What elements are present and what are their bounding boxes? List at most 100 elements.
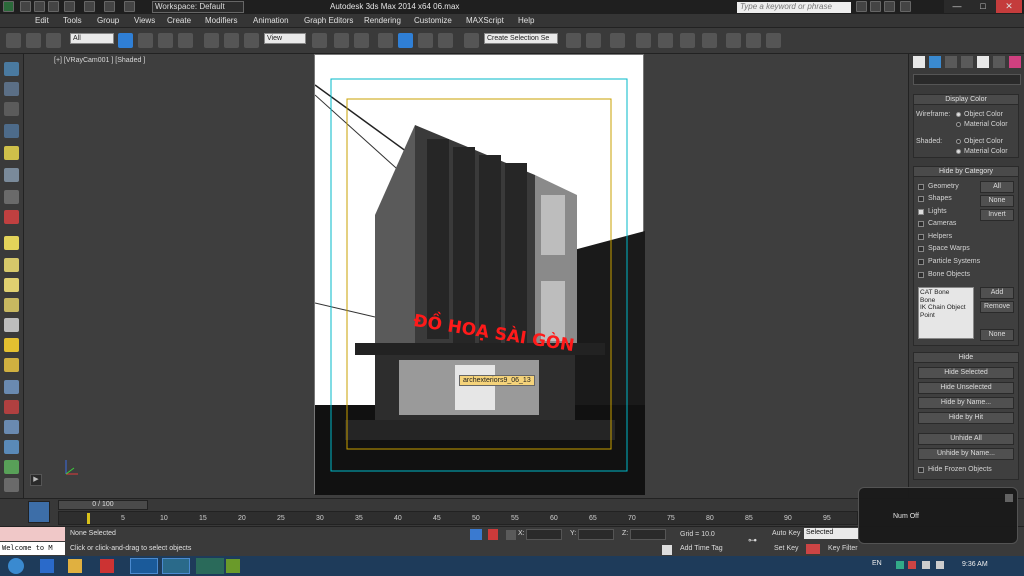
mirror-icon[interactable] [566, 33, 581, 48]
key-icon[interactable] [870, 1, 881, 12]
rollout-title[interactable]: Display Color [914, 95, 1018, 105]
key-mode-icon[interactable]: ⊶ [748, 535, 766, 547]
window-crossing-icon[interactable] [178, 33, 193, 48]
list-item[interactable]: IK Chain Object [920, 304, 972, 312]
save-file-icon[interactable] [48, 1, 59, 12]
rotate-icon[interactable] [224, 33, 239, 48]
key-filters-button[interactable]: Key Filter [828, 545, 858, 552]
clock[interactable]: 9:36 AM [962, 561, 988, 568]
ie-icon[interactable] [40, 559, 54, 573]
mini-listener-icon[interactable] [28, 501, 50, 523]
biped-icon[interactable] [4, 478, 19, 492]
radio-object-color[interactable] [956, 112, 961, 117]
box-icon[interactable] [4, 236, 19, 250]
script-listener-top[interactable] [0, 527, 65, 541]
keyboard-shortcut-icon[interactable] [354, 33, 369, 48]
open-file-icon[interactable] [34, 1, 45, 12]
y-coordinate-field[interactable] [578, 529, 614, 540]
layer-manager-icon[interactable] [636, 33, 651, 48]
language-indicator[interactable]: EN [872, 560, 882, 567]
unlink-icon[interactable] [26, 33, 41, 48]
media-player-icon[interactable] [100, 559, 114, 573]
lock-selection-icon[interactable] [470, 529, 482, 540]
tray-icon[interactable] [896, 561, 904, 569]
rendered-frame-icon[interactable] [746, 33, 761, 48]
project-folder-icon[interactable] [124, 1, 135, 12]
volume-icon[interactable] [936, 561, 944, 569]
category-list[interactable]: CAT Bone Bone IK Chain Object Point [918, 287, 974, 339]
scale-icon[interactable] [244, 33, 259, 48]
maximize-button[interactable]: □ [970, 0, 996, 13]
reference-coordinate-dropdown[interactable]: View [264, 33, 306, 44]
bind-space-warp-icon[interactable] [46, 33, 61, 48]
snaps-toggle-icon[interactable] [378, 33, 393, 48]
play-icon[interactable]: ▶ [30, 474, 42, 486]
align-icon[interactable] [586, 33, 601, 48]
graph-icon[interactable] [4, 124, 19, 138]
set-key-button[interactable]: Set Key [774, 545, 799, 552]
material-icon[interactable] [4, 82, 19, 96]
hide-selected-button[interactable]: Hide Selected [918, 367, 1014, 379]
menu-modifiers[interactable]: Modifiers [205, 16, 237, 25]
checkbox-lights[interactable] [918, 209, 924, 215]
menu-help[interactable]: Help [518, 16, 534, 25]
search-icon[interactable] [856, 1, 867, 12]
star-icon[interactable] [884, 1, 895, 12]
angle-snap-icon[interactable] [398, 33, 413, 48]
radio-shaded-material-color[interactable] [956, 149, 961, 154]
system-icon[interactable] [4, 440, 19, 454]
camera-viewport[interactable]: [+] [VRayCam001 ] [Shaded ] ▶ ĐỒ HOẠ SÀI… [24, 54, 908, 498]
select-object-icon[interactable] [118, 33, 133, 48]
menu-rendering[interactable]: Rendering [364, 16, 401, 25]
menu-create[interactable]: Create [167, 16, 191, 25]
menu-tools[interactable]: Tools [63, 16, 82, 25]
menu-customize[interactable]: Customize [414, 16, 452, 25]
create-tab-icon[interactable] [913, 56, 925, 68]
time-marker[interactable] [87, 513, 90, 524]
named-selection-set-dropdown[interactable]: Create Selection Se [484, 33, 558, 44]
hierarchy-tab-icon[interactable] [945, 56, 957, 68]
display-tab-icon[interactable] [977, 56, 989, 68]
close-button[interactable]: ✕ [996, 0, 1022, 13]
container-icon[interactable] [4, 168, 19, 182]
menu-maxscript[interactable]: MAXScript [466, 16, 504, 25]
light-icon[interactable] [4, 146, 19, 160]
workspace-dropdown[interactable]: Workspace: Default [152, 1, 244, 13]
welcome-field[interactable]: Welcome to M [0, 542, 65, 555]
3dsmax-icon[interactable] [162, 558, 190, 574]
new-file-icon[interactable] [20, 1, 31, 12]
foliage-icon[interactable] [4, 460, 19, 474]
menu-graph-editors[interactable]: Graph Editors [304, 16, 353, 25]
unhide-all-button[interactable]: Unhide All [918, 433, 1014, 445]
sun-icon[interactable] [4, 338, 19, 352]
remove-button[interactable]: Remove [980, 301, 1014, 313]
pivot-center-icon[interactable] [312, 33, 327, 48]
track-bar[interactable] [58, 511, 858, 525]
viewport-label[interactable]: [+] [VRayCam001 ] [Shaded ] [54, 57, 145, 64]
helpers-icon[interactable] [4, 190, 19, 204]
particles-icon[interactable] [4, 380, 19, 394]
checkbox-geometry[interactable] [918, 184, 924, 190]
start-button-icon[interactable] [8, 558, 24, 574]
x-coordinate-field[interactable] [526, 529, 562, 540]
none-button[interactable]: None [980, 195, 1014, 207]
checkbox-space-warps[interactable] [918, 246, 924, 252]
geosphere-icon[interactable] [4, 358, 19, 372]
redo-icon[interactable] [84, 1, 95, 12]
time-slider[interactable]: 0 / 100 [58, 500, 148, 510]
select-by-name-icon[interactable] [138, 33, 153, 48]
invert-button[interactable]: Invert [980, 209, 1014, 221]
spacewarp-icon[interactable] [4, 420, 19, 434]
tool-icon[interactable] [226, 559, 240, 573]
search-input[interactable]: Type a keyword or phrase [737, 2, 851, 13]
menu-views[interactable]: Views [134, 16, 155, 25]
close-notification-icon[interactable] [1005, 494, 1013, 502]
scene-explorer-icon[interactable] [610, 33, 625, 48]
select-manipulate-icon[interactable] [334, 33, 349, 48]
menu-animation[interactable]: Animation [253, 16, 289, 25]
photoshop-icon[interactable] [130, 558, 158, 574]
app-icon[interactable] [196, 558, 224, 574]
z-coordinate-field[interactable] [630, 529, 666, 540]
percent-snap-icon[interactable] [418, 33, 433, 48]
spinner-snap-icon[interactable] [438, 33, 453, 48]
